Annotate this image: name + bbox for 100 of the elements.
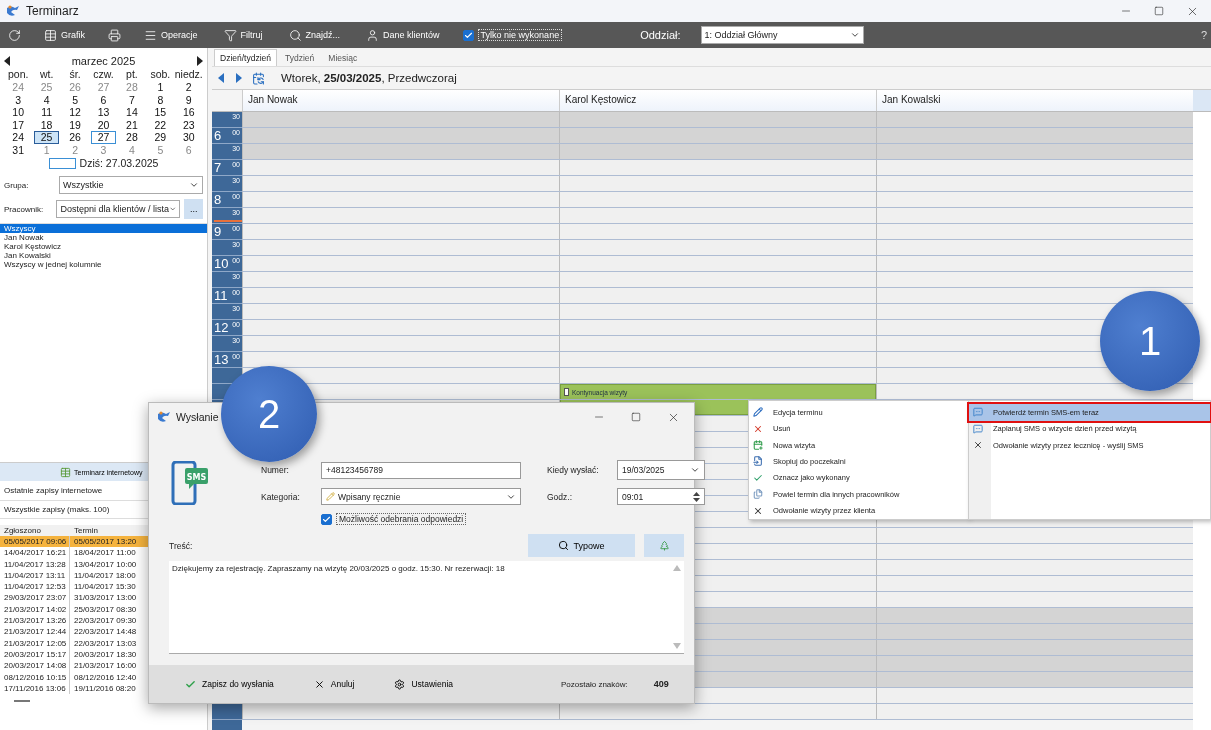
calendar-day[interactable]: 3 bbox=[91, 143, 116, 156]
hour-label: 10 bbox=[213, 256, 229, 271]
calendar-day[interactable]: 14 bbox=[119, 106, 145, 119]
calendar-day[interactable]: 23 bbox=[176, 118, 201, 131]
more-button[interactable]: ... bbox=[184, 199, 203, 219]
calendar-day[interactable]: 25 bbox=[34, 81, 59, 94]
weekday-label: śr. bbox=[68, 67, 82, 81]
branch-label: Oddział: bbox=[640, 29, 681, 41]
calendar-day[interactable]: 6 bbox=[176, 143, 201, 156]
weekday-label: czw. bbox=[92, 67, 115, 81]
field-label: Grupa: bbox=[4, 180, 30, 190]
hour-label: 11 bbox=[213, 288, 228, 303]
templates-button[interactable]: Typowe bbox=[528, 534, 635, 557]
toolbar-button[interactable]: Filtruj bbox=[220, 26, 266, 44]
dialog-title: Wysłanie bbox=[176, 411, 220, 423]
toolbar-button[interactable]: Dane klientów bbox=[363, 26, 443, 44]
hour-label: 7 bbox=[213, 160, 222, 175]
hour-label: 9 bbox=[213, 224, 222, 239]
calendar-day[interactable]: 30 bbox=[176, 131, 201, 144]
weekday-label: pon. bbox=[7, 67, 30, 81]
view-tab[interactable]: Miesiąc bbox=[322, 49, 364, 66]
calendar-day[interactable]: 2 bbox=[62, 143, 88, 156]
calendar-day[interactable]: 2 bbox=[176, 81, 201, 94]
field-label: Kategoria: bbox=[261, 491, 301, 502]
calendar-day[interactable]: 8 bbox=[148, 93, 173, 106]
hour-label: 12 bbox=[213, 320, 229, 335]
group-select[interactable]: Wszystkie bbox=[59, 176, 203, 194]
branch-select[interactable]: 1: Oddział Główny bbox=[700, 26, 864, 44]
remaining-label: Pozostało znaków: bbox=[561, 679, 628, 689]
calendar-day[interactable]: 4 bbox=[34, 93, 59, 106]
calendar-day[interactable]: 18 bbox=[34, 118, 59, 131]
remaining-count: 409 bbox=[653, 679, 669, 689]
calendar-day[interactable]: 13 bbox=[91, 106, 116, 119]
window-title: Terminarz bbox=[26, 4, 80, 18]
time-field[interactable]: 09:01 bbox=[617, 488, 705, 505]
month-title: marzec 2025 bbox=[71, 54, 136, 67]
calendar-day[interactable]: 26 bbox=[62, 131, 88, 144]
field-label: Pracownik: bbox=[4, 204, 45, 214]
employee-item[interactable]: Jan Kowalski bbox=[0, 251, 207, 260]
help-text[interactable]: ? bbox=[1200, 29, 1207, 41]
calendar-day[interactable]: 1 bbox=[148, 81, 173, 94]
calendar-day[interactable]: 16 bbox=[176, 106, 201, 119]
calendar-day[interactable]: 10 bbox=[6, 106, 31, 119]
calendar-day[interactable]: 28 bbox=[119, 81, 145, 94]
calendar-day[interactable]: 21 bbox=[119, 118, 145, 131]
calendar-day[interactable]: 4 bbox=[119, 143, 145, 156]
message-field[interactable]: Dziękujemy za rejestrację. Zapraszamy na wizytę 20/03/2025 o godz. 15:30. Nr rezerwacji: 18 bbox=[169, 561, 684, 654]
date-title: Wtorek, 25/03/2025, Przedwczoraj bbox=[281, 72, 457, 84]
calendar-day[interactable]: 20 bbox=[91, 118, 116, 131]
calendar-day[interactable]: 12 bbox=[62, 106, 88, 119]
column-header: Jan Kowalski bbox=[876, 90, 1193, 111]
calendar-day[interactable]: 19 bbox=[62, 118, 88, 131]
calendar-day[interactable]: 5 bbox=[148, 143, 173, 156]
calendar-day[interactable]: 7 bbox=[119, 93, 145, 106]
calendar-day[interactable]: 31 bbox=[6, 143, 31, 156]
calendar-day[interactable]: 17 bbox=[6, 118, 31, 131]
employee-item[interactable]: Karol Kęstowicz bbox=[0, 242, 207, 251]
date-select[interactable]: 19/03/2025 bbox=[617, 460, 705, 480]
hour-label: 8 bbox=[213, 192, 222, 207]
today-label[interactable]: Dziś: 27.03.2025 bbox=[79, 157, 159, 169]
calendar-day[interactable]: 28 bbox=[119, 131, 145, 144]
employee-item[interactable]: Wszyscy w jednej kolumnie bbox=[0, 260, 207, 269]
view-tab[interactable]: Dzień/tydzień bbox=[214, 49, 278, 66]
view-tab[interactable]: Tydzień bbox=[279, 49, 321, 66]
calendar-day[interactable]: 27 bbox=[91, 131, 116, 144]
hour-label: 13 bbox=[213, 352, 229, 367]
employee-item[interactable]: Jan Nowak bbox=[0, 233, 207, 242]
toolbar-button[interactable]: Operacje bbox=[141, 26, 201, 44]
employee-item[interactable]: Wszyscy bbox=[0, 224, 207, 233]
column-header: Jan Nowak bbox=[242, 90, 559, 111]
settings-button[interactable]: Ustawienia bbox=[392, 676, 456, 692]
calendar-day[interactable]: 27 bbox=[91, 81, 116, 94]
weekday-label: wt. bbox=[38, 67, 55, 81]
calendar-day[interactable]: 25 bbox=[34, 131, 59, 144]
checkbox-label: Tylko nie wykonane bbox=[477, 29, 563, 41]
calendar-day[interactable]: 24 bbox=[6, 81, 31, 94]
toolbar-button[interactable]: Znajdź... bbox=[285, 26, 344, 44]
calendar-day[interactable]: 15 bbox=[148, 106, 173, 119]
calendar-day[interactable]: 6 bbox=[91, 93, 116, 106]
column-header: Karol Kęstowicz bbox=[559, 90, 876, 111]
calendar-day[interactable]: 3 bbox=[6, 93, 31, 106]
calendar-day[interactable]: 24 bbox=[6, 131, 31, 144]
number-field[interactable]: +48123456789 bbox=[321, 461, 521, 479]
employee-select[interactable]: Dostępni dla klientów / lista bbox=[56, 200, 181, 218]
category-select[interactable]: Wpisany ręcznie bbox=[321, 488, 521, 505]
column-header: Zgłoszono bbox=[0, 525, 70, 536]
toolbar-button[interactable]: Grafik bbox=[41, 26, 88, 44]
calendar-day[interactable]: 22 bbox=[148, 118, 173, 131]
field-label: Numer: bbox=[261, 465, 290, 475]
calendar-day[interactable]: 29 bbox=[148, 131, 173, 144]
calendar-day[interactable]: 1 bbox=[34, 143, 59, 156]
hour-label: 6 bbox=[213, 128, 222, 143]
calendar-day[interactable]: 9 bbox=[176, 93, 201, 106]
calendar-day[interactable]: 5 bbox=[62, 93, 88, 106]
calendar-day[interactable]: 26 bbox=[62, 81, 88, 94]
weekday-label: sob. bbox=[149, 67, 172, 81]
cancel-button[interactable]: Anuluj bbox=[311, 676, 357, 692]
checkbox-label: Możliwość odebrania odpowiedzi bbox=[336, 513, 467, 525]
calendar-day[interactable]: 11 bbox=[34, 106, 59, 119]
weekday-label: niedz. bbox=[174, 67, 203, 81]
